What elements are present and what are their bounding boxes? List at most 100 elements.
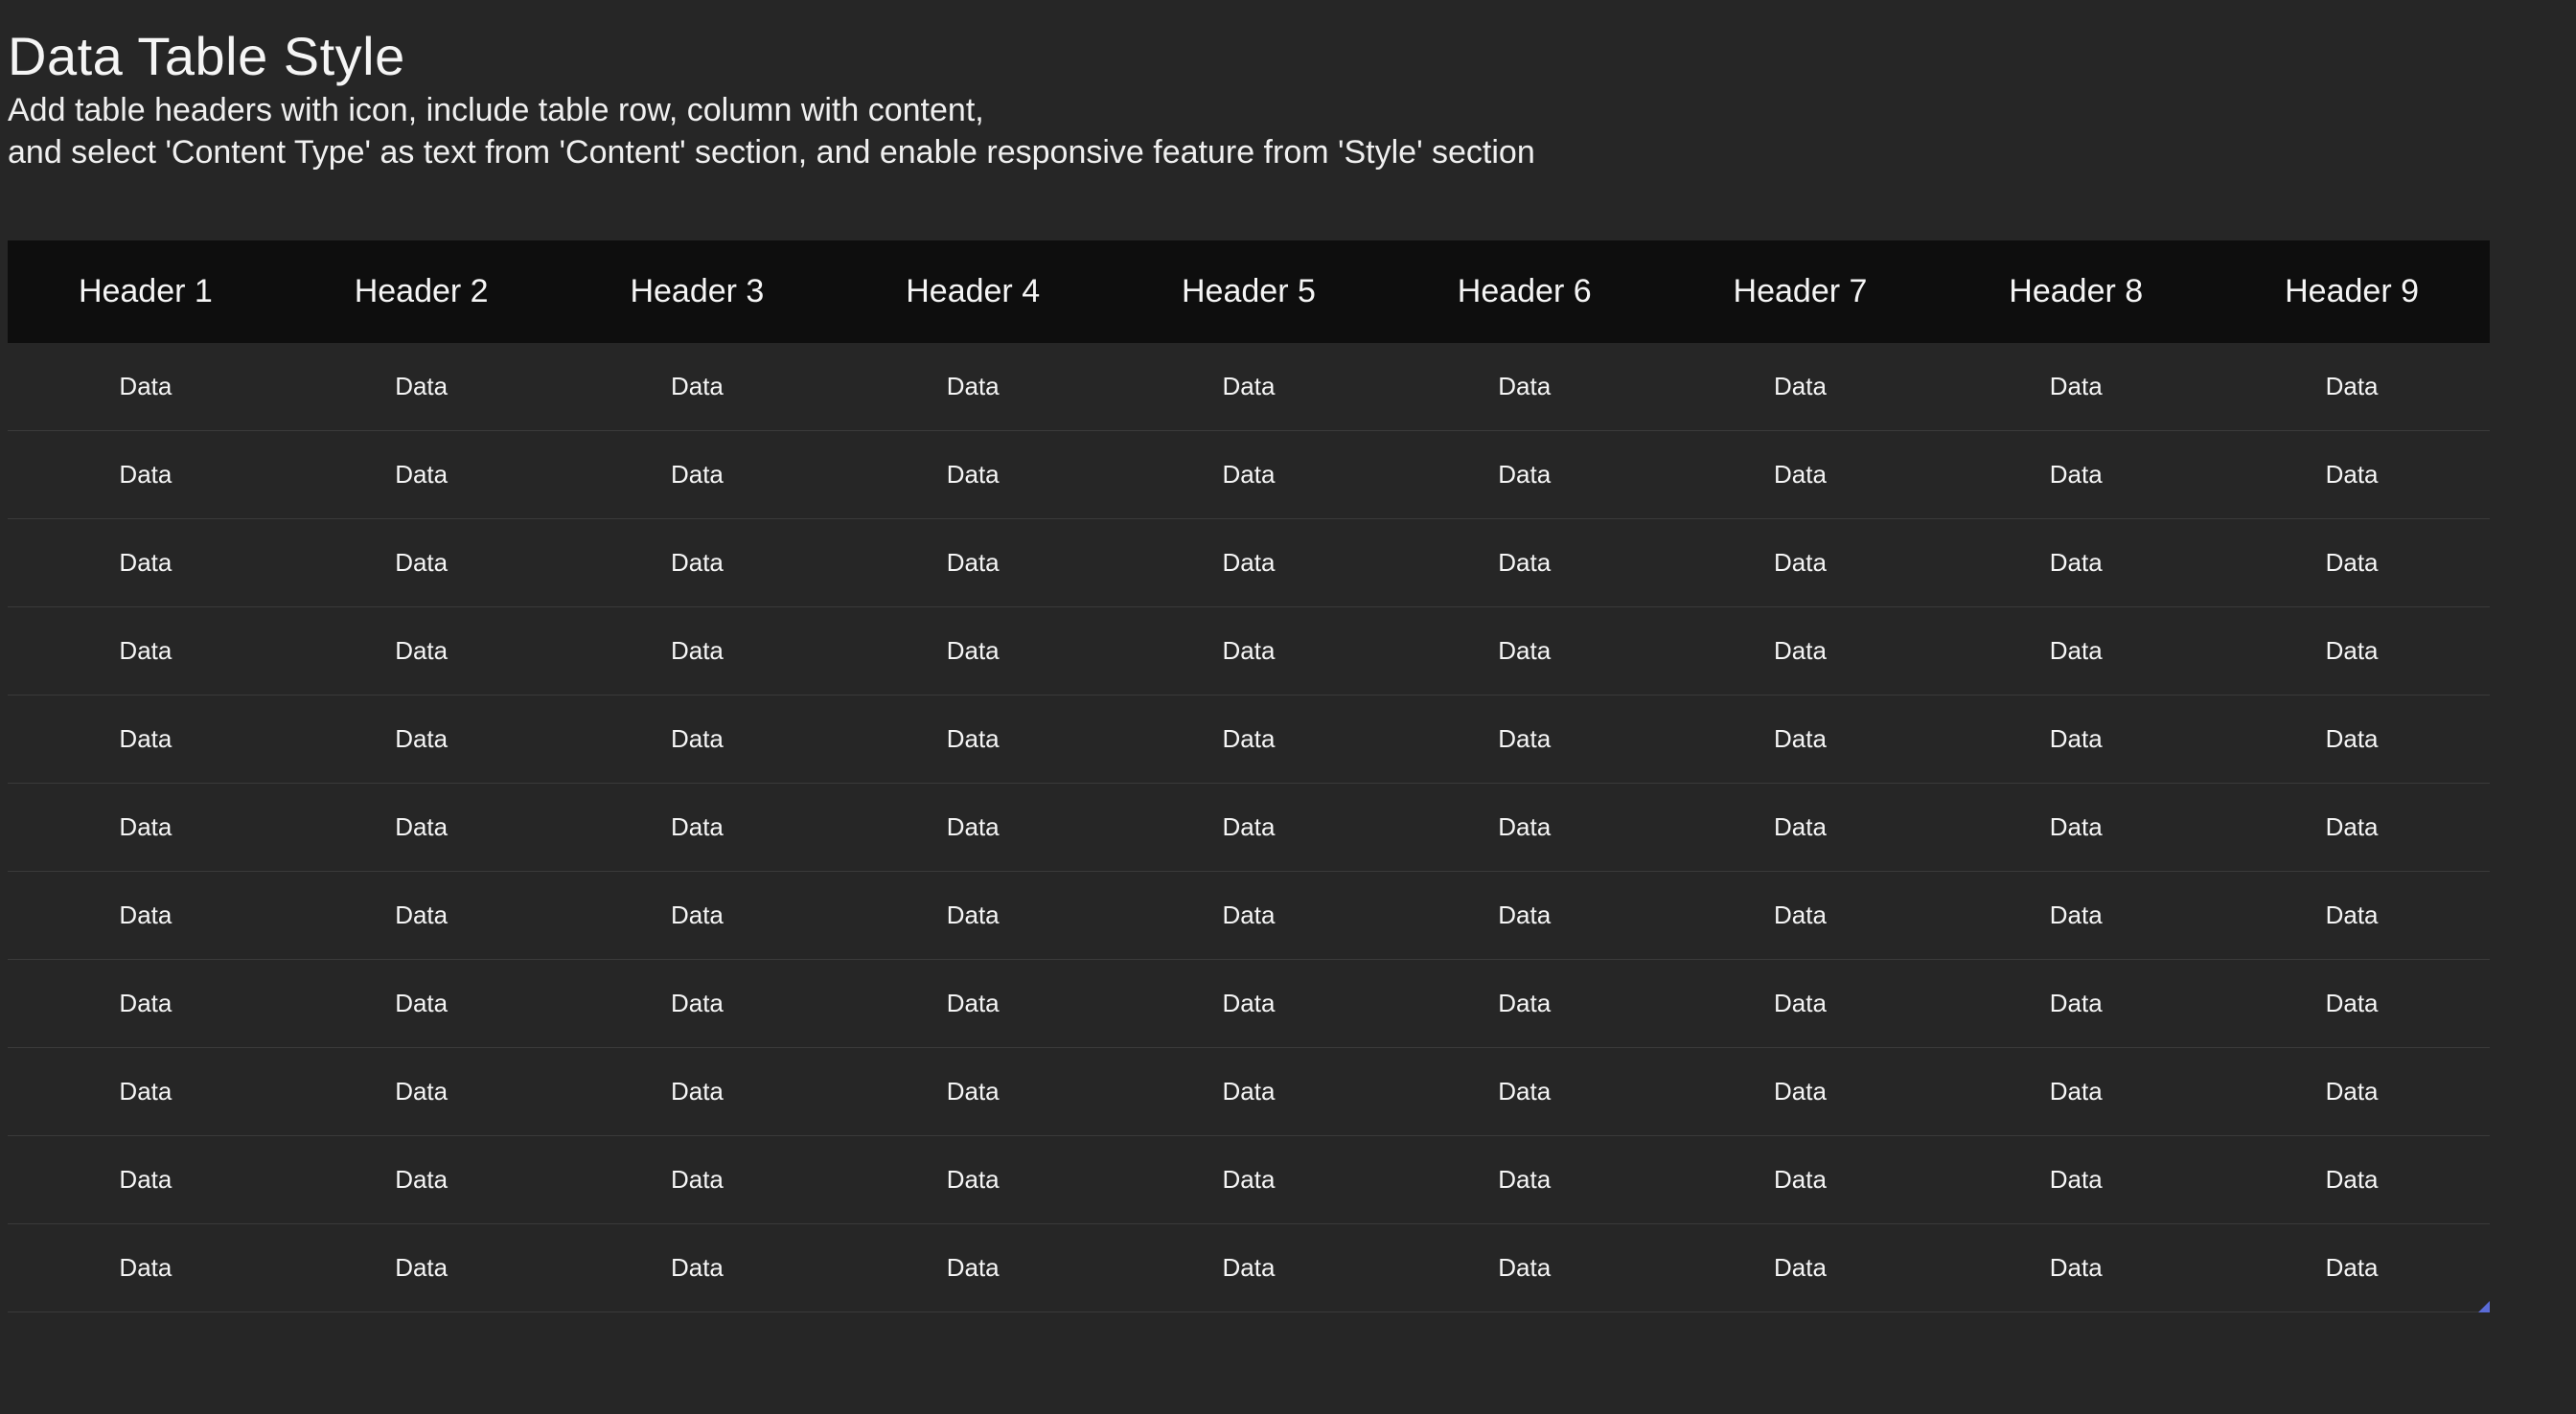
table-cell: Data — [1111, 519, 1387, 607]
table-cell: Data — [835, 431, 1111, 519]
table-row: Data Data Data Data Data Data Data Data … — [8, 1136, 2490, 1224]
table-body: Data Data Data Data Data Data Data Data … — [8, 343, 2490, 1312]
table-cell: Data — [1387, 1224, 1663, 1312]
table-cell: Data — [284, 607, 560, 696]
column-header[interactable]: Header 7 — [1663, 240, 1939, 343]
table-cell: Data — [1663, 343, 1939, 431]
table-cell: Data — [1938, 1136, 2214, 1224]
table-cell: Data — [2214, 960, 2490, 1048]
table-head: Header 1 Header 2 Header 3 Header 4 Head… — [8, 240, 2490, 343]
table-cell: Data — [1938, 1048, 2214, 1136]
table-cell: Data — [8, 519, 284, 607]
table-cell: Data — [2214, 607, 2490, 696]
table-cell: Data — [835, 519, 1111, 607]
table-cell: Data — [8, 696, 284, 784]
table-cell: Data — [1663, 784, 1939, 872]
table-row: Data Data Data Data Data Data Data Data … — [8, 431, 2490, 519]
table-cell: Data — [1938, 784, 2214, 872]
table-cell: Data — [8, 872, 284, 960]
column-header[interactable]: Header 9 — [2214, 240, 2490, 343]
table-cell: Data — [1111, 431, 1387, 519]
column-header[interactable]: Header 1 — [8, 240, 284, 343]
column-header[interactable]: Header 2 — [284, 240, 560, 343]
column-header[interactable]: Header 8 — [1938, 240, 2214, 343]
table-cell: Data — [284, 1136, 560, 1224]
table-cell: Data — [1111, 696, 1387, 784]
table-cell: Data — [835, 343, 1111, 431]
table-cell: Data — [8, 431, 284, 519]
table-row: Data Data Data Data Data Data Data Data … — [8, 607, 2490, 696]
table-cell: Data — [560, 784, 836, 872]
table-cell: Data — [1938, 1224, 2214, 1312]
table-cell: Data — [2214, 519, 2490, 607]
table-row: Data Data Data Data Data Data Data Data … — [8, 784, 2490, 872]
table-cell: Data — [2214, 1048, 2490, 1136]
table-cell: Data — [1938, 343, 2214, 431]
table-cell: Data — [1663, 960, 1939, 1048]
table-cell: Data — [284, 1048, 560, 1136]
table-cell: Data — [284, 1224, 560, 1312]
page-subtitle: Add table headers with icon, include tab… — [8, 89, 2576, 173]
table-cell: Data — [835, 960, 1111, 1048]
table-cell: Data — [284, 872, 560, 960]
table-cell: Data — [560, 519, 836, 607]
column-header[interactable]: Header 4 — [835, 240, 1111, 343]
table-cell: Data — [1111, 872, 1387, 960]
table-cell: Data — [2214, 784, 2490, 872]
table-cell: Data — [835, 872, 1111, 960]
table-row: Data Data Data Data Data Data Data Data … — [8, 872, 2490, 960]
table-cell: Data — [1938, 431, 2214, 519]
table-cell: Data — [2214, 1136, 2490, 1224]
table-cell: Data — [8, 607, 284, 696]
column-header[interactable]: Header 6 — [1387, 240, 1663, 343]
table-cell: Data — [1111, 1224, 1387, 1312]
column-header[interactable]: Header 3 — [560, 240, 836, 343]
table-cell: Data — [8, 343, 284, 431]
table-cell: Data — [560, 1224, 836, 1312]
table-cell: Data — [1938, 607, 2214, 696]
table-cell: Data — [1111, 1136, 1387, 1224]
table-cell: Data — [1938, 519, 2214, 607]
table-cell: Data — [560, 696, 836, 784]
table-cell: Data — [1663, 1224, 1939, 1312]
table-cell: Data — [1387, 519, 1663, 607]
table-cell: Data — [2214, 872, 2490, 960]
data-table: Header 1 Header 2 Header 3 Header 4 Head… — [8, 240, 2490, 1312]
table-cell: Data — [284, 960, 560, 1048]
table-cell: Data — [1663, 696, 1939, 784]
table-cell: Data — [1663, 519, 1939, 607]
table-cell: Data — [1387, 784, 1663, 872]
table-cell: Data — [1111, 960, 1387, 1048]
table-cell: Data — [1387, 431, 1663, 519]
table-cell: Data — [284, 431, 560, 519]
table-row: Data Data Data Data Data Data Data Data … — [8, 960, 2490, 1048]
table-cell: Data — [1387, 872, 1663, 960]
table-cell: Data — [835, 696, 1111, 784]
table-row: Data Data Data Data Data Data Data Data … — [8, 696, 2490, 784]
table-header-row: Header 1 Header 2 Header 3 Header 4 Head… — [8, 240, 2490, 343]
table-cell: Data — [2214, 431, 2490, 519]
table-cell: Data — [835, 1048, 1111, 1136]
table-cell: Data — [1663, 607, 1939, 696]
subtitle-line-1: Add table headers with icon, include tab… — [8, 92, 984, 128]
table-cell: Data — [8, 784, 284, 872]
table-cell: Data — [835, 1136, 1111, 1224]
table-cell: Data — [1387, 960, 1663, 1048]
table-cell: Data — [560, 343, 836, 431]
page-title: Data Table Style — [8, 29, 2576, 85]
column-header[interactable]: Header 5 — [1111, 240, 1387, 343]
table-row: Data Data Data Data Data Data Data Data … — [8, 1224, 2490, 1312]
table-cell: Data — [8, 1136, 284, 1224]
data-table-wrapper: Header 1 Header 2 Header 3 Header 4 Head… — [8, 240, 2490, 1312]
table-cell: Data — [835, 1224, 1111, 1312]
table-cell: Data — [1111, 343, 1387, 431]
resize-handle-icon[interactable] — [2478, 1301, 2490, 1312]
table-cell: Data — [1387, 1048, 1663, 1136]
table-cell: Data — [1111, 607, 1387, 696]
table-row: Data Data Data Data Data Data Data Data … — [8, 343, 2490, 431]
table-cell: Data — [8, 1224, 284, 1312]
table-cell: Data — [1387, 343, 1663, 431]
table-cell: Data — [560, 431, 836, 519]
table-cell: Data — [1111, 1048, 1387, 1136]
subtitle-line-2: and select 'Content Type' as text from '… — [8, 134, 1535, 171]
